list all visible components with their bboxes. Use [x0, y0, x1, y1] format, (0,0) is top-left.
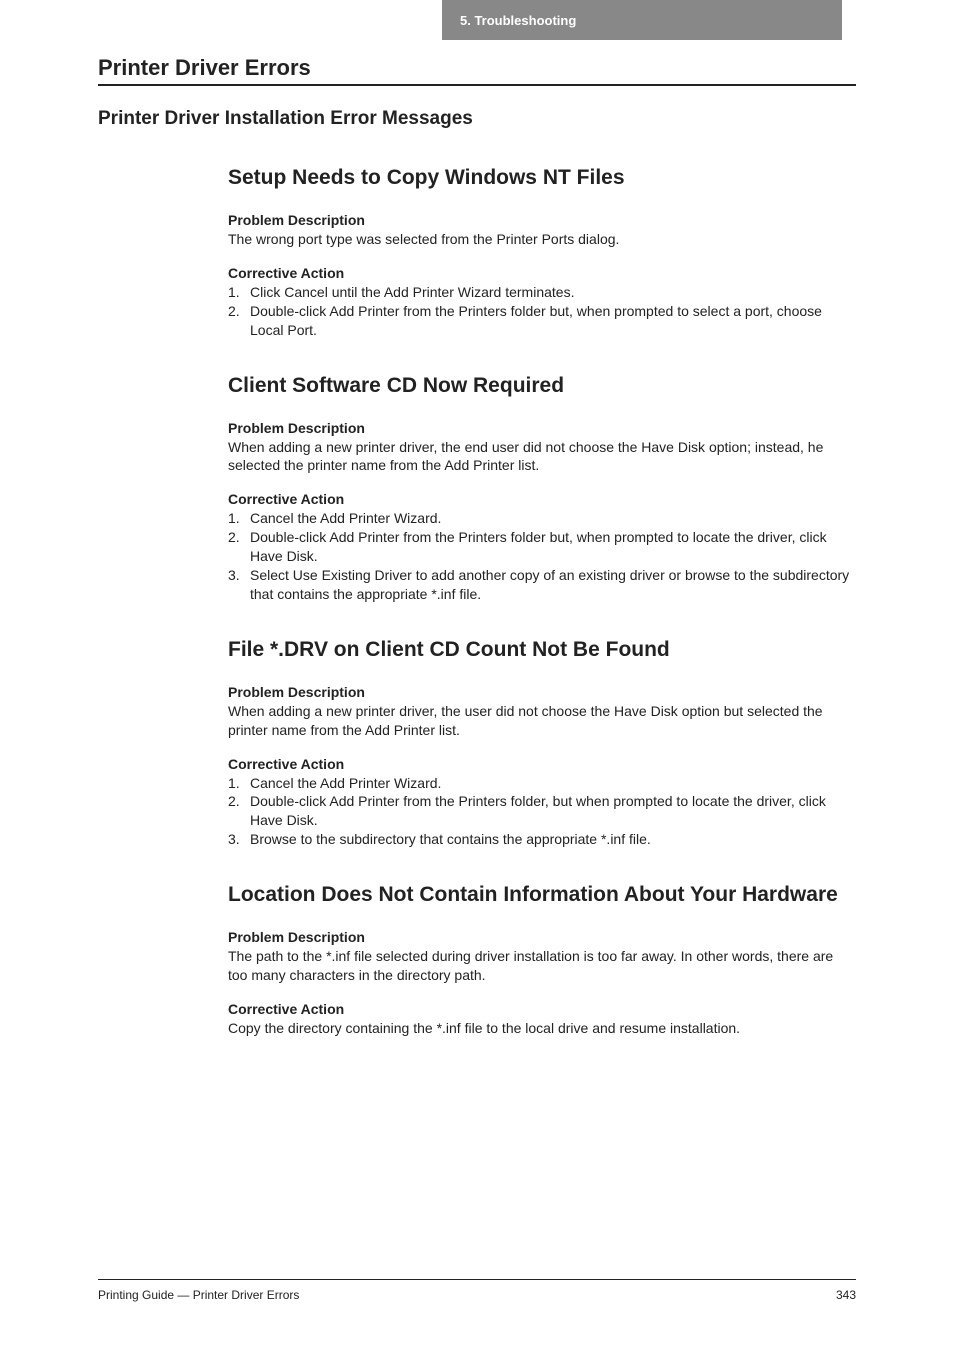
action-num: 2.	[228, 302, 250, 340]
action-desc: Copy the directory containing the *.inf …	[228, 1019, 856, 1038]
problem-desc: When adding a new printer driver, the en…	[228, 438, 856, 476]
action-item: 1. Cancel the Add Printer Wizard.	[228, 774, 856, 793]
action-text: Select Use Existing Driver to add anothe…	[250, 566, 856, 604]
page-content: Printer Driver Errors Printer Driver Ins…	[0, 0, 954, 1038]
footer-page-number: 343	[836, 1288, 856, 1302]
action-text: Double-click Add Printer from the Printe…	[250, 528, 856, 566]
problem-desc: When adding a new printer driver, the us…	[228, 702, 856, 740]
action-item: 3. Select Use Existing Driver to add ano…	[228, 566, 856, 604]
action-num: 3.	[228, 566, 250, 604]
footer-left: Printing Guide — Printer Driver Errors	[98, 1288, 299, 1302]
action-text: Click Cancel until the Add Printer Wizar…	[250, 283, 856, 302]
problem-label: Problem Description	[228, 929, 856, 945]
footer-row: Printing Guide — Printer Driver Errors 3…	[98, 1288, 856, 1302]
problem-desc: The path to the *.inf file selected duri…	[228, 947, 856, 985]
action-text: Double-click Add Printer from the Printe…	[250, 302, 856, 340]
problem-desc: The wrong port type was selected from th…	[228, 230, 856, 249]
section-title: Printer Driver Installation Error Messag…	[98, 108, 856, 130]
action-label: Corrective Action	[228, 756, 856, 772]
subsection-client-cd-required: Client Software CD Now Required Problem …	[228, 374, 856, 604]
problem-label: Problem Description	[228, 684, 856, 700]
chapter-title: Printer Driver Errors	[98, 55, 856, 81]
subsection-location-no-info: Location Does Not Contain Information Ab…	[228, 883, 856, 1038]
subsection-title: Setup Needs to Copy Windows NT Files	[228, 166, 856, 190]
chapter-divider	[98, 84, 856, 86]
action-item: 1. Click Cancel until the Add Printer Wi…	[228, 283, 856, 302]
action-num: 1.	[228, 283, 250, 302]
subsection-title: Location Does Not Contain Information Ab…	[228, 883, 856, 907]
footer-divider	[98, 1279, 856, 1280]
action-label: Corrective Action	[228, 491, 856, 507]
page-footer: Printing Guide — Printer Driver Errors 3…	[98, 1279, 856, 1302]
action-text: Double-click Add Printer from the Printe…	[250, 792, 856, 830]
action-num: 2.	[228, 528, 250, 566]
subsection-drv-not-found: File *.DRV on Client CD Count Not Be Fou…	[228, 638, 856, 849]
action-item: 2. Double-click Add Printer from the Pri…	[228, 528, 856, 566]
action-item: 2. Double-click Add Printer from the Pri…	[228, 302, 856, 340]
action-label: Corrective Action	[228, 1001, 856, 1017]
action-num: 1.	[228, 509, 250, 528]
action-item: 2. Double-click Add Printer from the Pri…	[228, 792, 856, 830]
action-item: 3. Browse to the subdirectory that conta…	[228, 830, 856, 849]
header-tab-text: 5. Troubleshooting	[460, 13, 576, 28]
subsection-setup-nt-files: Setup Needs to Copy Windows NT Files Pro…	[228, 166, 856, 340]
subsection-title: Client Software CD Now Required	[228, 374, 856, 398]
action-text: Browse to the subdirectory that contains…	[250, 830, 856, 849]
action-list: 1. Cancel the Add Printer Wizard. 2. Dou…	[228, 509, 856, 603]
header-tab: 5. Troubleshooting	[442, 0, 842, 40]
action-text: Cancel the Add Printer Wizard.	[250, 774, 856, 793]
action-num: 2.	[228, 792, 250, 830]
action-item: 1. Cancel the Add Printer Wizard.	[228, 509, 856, 528]
problem-label: Problem Description	[228, 420, 856, 436]
subsection-title: File *.DRV on Client CD Count Not Be Fou…	[228, 638, 856, 662]
action-label: Corrective Action	[228, 265, 856, 281]
action-text: Cancel the Add Printer Wizard.	[250, 509, 856, 528]
action-num: 1.	[228, 774, 250, 793]
action-num: 3.	[228, 830, 250, 849]
action-list: 1. Cancel the Add Printer Wizard. 2. Dou…	[228, 774, 856, 850]
action-list: 1. Click Cancel until the Add Printer Wi…	[228, 283, 856, 340]
problem-label: Problem Description	[228, 212, 856, 228]
